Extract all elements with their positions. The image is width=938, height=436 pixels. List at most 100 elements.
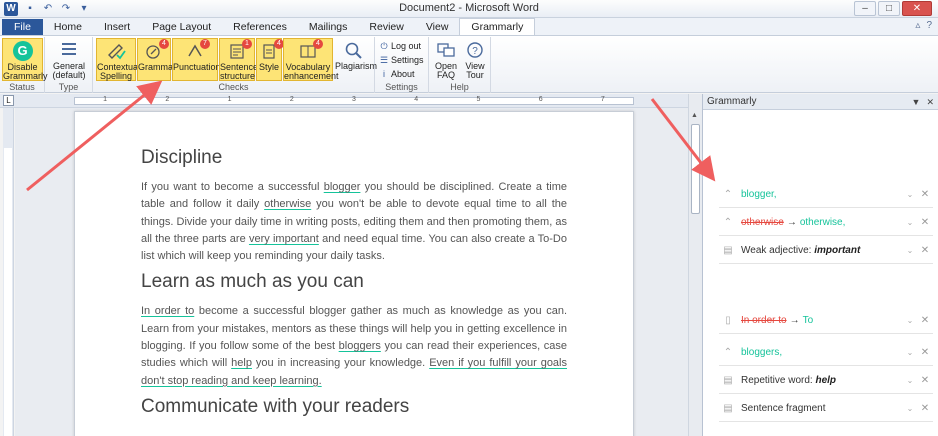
chevron-down-icon[interactable]: ⌄	[903, 308, 917, 334]
flagged-word[interactable]: help	[231, 357, 252, 369]
log-out-button[interactable]: ⏻ Log out	[379, 39, 421, 53]
ruler-number: 7	[600, 96, 605, 103]
vertical-ruler-bar	[4, 148, 12, 436]
button-label-line2: Grammarly	[3, 71, 48, 81]
ruler-number: 1	[103, 96, 108, 103]
suggestion-text: Sentence fragment	[741, 396, 903, 422]
dismiss-icon[interactable]: ✕	[917, 210, 933, 236]
sentence-structure-button[interactable]: 1 Sentence structure	[219, 38, 258, 81]
close-button[interactable]: ✕	[902, 1, 932, 16]
vertical-scrollbar[interactable]: ▲	[688, 94, 702, 436]
suggestion-card[interactable]: ⌃ blogger, ⌄ ✕	[719, 182, 933, 208]
tab-file[interactable]: File	[2, 19, 43, 35]
dismiss-icon[interactable]: ✕	[917, 396, 933, 422]
help-icon[interactable]: ?	[926, 20, 932, 31]
tab-mailings[interactable]: Mailings	[298, 19, 359, 35]
suggestion-card[interactable]: ▤ Repetitive word: help ⌄ ✕	[719, 368, 933, 394]
dismiss-icon[interactable]: ✕	[917, 340, 933, 366]
group-status: G Disable Grammarly Status	[0, 37, 48, 93]
suggestion-card[interactable]: ▤ Sentence fragment ⌄ ✕	[719, 396, 933, 422]
scrollbar-thumb[interactable]	[691, 124, 700, 214]
button-label-line1: Style	[258, 62, 279, 72]
tab-insert[interactable]: Insert	[93, 19, 141, 35]
paragraph-discipline: If you want to become a successful blogg…	[141, 179, 567, 265]
suggestion-card[interactable]: ⌃ otherwise → otherwise, ⌄ ✕	[719, 210, 933, 236]
question-circle-icon: ?	[467, 42, 483, 58]
group-settings: ⏻ Log out ☰ Settings i About Settings	[375, 37, 429, 93]
issue-label: Repetitive word:	[741, 374, 816, 386]
text-run: you in increasing your knowledge.	[251, 357, 430, 370]
chevron-down-icon[interactable]: ⌄	[903, 396, 917, 422]
document-page[interactable]: Discipline If you want to become a succe…	[74, 111, 634, 436]
flagged-word[interactable]: blogger	[324, 181, 361, 193]
tab-review[interactable]: Review	[358, 19, 414, 35]
document-area: Discipline If you want to become a succe…	[15, 108, 688, 436]
svg-text:?: ?	[472, 46, 478, 57]
tab-home[interactable]: Home	[43, 19, 93, 35]
grammar-button[interactable]: 4 Grammar	[137, 38, 176, 81]
suggestion-text: blogger,	[741, 182, 903, 208]
chevron-down-icon[interactable]: ⌄	[903, 182, 917, 208]
tab-view[interactable]: View	[415, 19, 460, 35]
punctuation-icon: ⌃	[723, 216, 733, 228]
chevron-down-icon[interactable]: ⌄	[903, 340, 917, 366]
suggestion-card[interactable]: ⌃ bloggers, ⌄ ✕	[719, 340, 933, 366]
arrow-right-icon: →	[786, 216, 797, 228]
chevron-down-icon[interactable]: ⌄	[903, 238, 917, 264]
group-label-help: Help	[450, 82, 469, 92]
vocabulary-book-icon: 4	[297, 39, 323, 61]
suggested-text: blogger,	[741, 188, 777, 200]
vocabulary-enhancement-button[interactable]: 4 Vocabulary enhancement	[283, 38, 339, 81]
suggestion-card[interactable]: ▯ In order to → To ⌄ ✕	[719, 308, 933, 334]
dismiss-icon[interactable]: ✕	[917, 308, 933, 334]
pane-controls: ▼ ✕	[912, 94, 934, 110]
suggested-text: bloggers,	[741, 346, 783, 358]
about-button[interactable]: i About	[379, 67, 415, 81]
issue-label: Sentence fragment	[741, 402, 826, 414]
button-label-line2: Tour	[466, 70, 484, 80]
contextual-spelling-button[interactable]: Contextual Spelling	[96, 38, 140, 81]
document-type-dropdown[interactable]: General (default)	[47, 38, 91, 81]
style-button[interactable]: 4 Style	[256, 38, 284, 81]
settings-button[interactable]: ☰ Settings	[379, 53, 424, 67]
flagged-word[interactable]: very important	[249, 233, 319, 245]
group-type: General (default) Type	[45, 37, 93, 93]
scroll-up-icon[interactable]: ▲	[691, 112, 698, 119]
maximize-button[interactable]: □	[878, 1, 900, 16]
dismiss-icon[interactable]: ✕	[917, 238, 933, 264]
tab-references[interactable]: References	[222, 19, 298, 35]
ribbon-tabs: File Home Insert Page Layout References …	[0, 18, 938, 35]
tab-selector[interactable]: L	[3, 95, 14, 106]
pane-menu-icon[interactable]: ▼	[912, 94, 921, 110]
punctuation-button[interactable]: 7 Punctuation	[172, 38, 221, 81]
flagged-word[interactable]: otherwise	[264, 198, 311, 210]
button-label-line1: Plagiarism	[335, 61, 378, 71]
dismiss-icon[interactable]: ✕	[917, 182, 933, 208]
suggestion-text: otherwise → otherwise,	[741, 210, 903, 236]
ruler-number: 3	[352, 96, 356, 103]
pane-close-icon[interactable]: ✕	[926, 94, 934, 110]
flagged-word[interactable]: bloggers	[339, 340, 381, 352]
dismiss-icon[interactable]: ✕	[917, 368, 933, 394]
minimize-ribbon-icon[interactable]: ▵	[915, 20, 920, 31]
style-icon: 4	[258, 39, 284, 61]
tab-grammarly[interactable]: Grammarly	[459, 18, 536, 35]
open-faq-button[interactable]: Open FAQ	[431, 38, 461, 81]
plagiarism-button[interactable]: Plagiarism	[335, 38, 378, 81]
grammarly-logo-icon: G	[12, 41, 33, 61]
sentence-icon: ▯	[725, 314, 731, 326]
vocabulary-icon: ▤	[723, 244, 733, 256]
chevron-down-icon[interactable]: ⌄	[903, 210, 917, 236]
flagged-word[interactable]: In order to	[141, 305, 194, 317]
minimize-button[interactable]: –	[854, 1, 876, 16]
pane-header: Grammarly ▼ ✕	[703, 94, 938, 110]
view-tour-button[interactable]: ? View Tour	[461, 38, 489, 81]
pane-title: Grammarly	[707, 96, 757, 107]
chevron-down-icon[interactable]: ⌄	[903, 368, 917, 394]
sentence-icon: ▤	[723, 402, 733, 414]
grammarly-pane: Grammarly ▼ ✕ ⌃ blogger, ⌄ ✕ ⌃ otherwise →…	[702, 94, 938, 436]
suggestion-card[interactable]: ▤ Weak adjective: important ⌄ ✕	[719, 238, 933, 264]
tab-page-layout[interactable]: Page Layout	[141, 19, 222, 35]
heading-learn: Learn as much as you can	[141, 271, 364, 293]
disable-grammarly-button[interactable]: G Disable Grammarly	[2, 38, 48, 81]
